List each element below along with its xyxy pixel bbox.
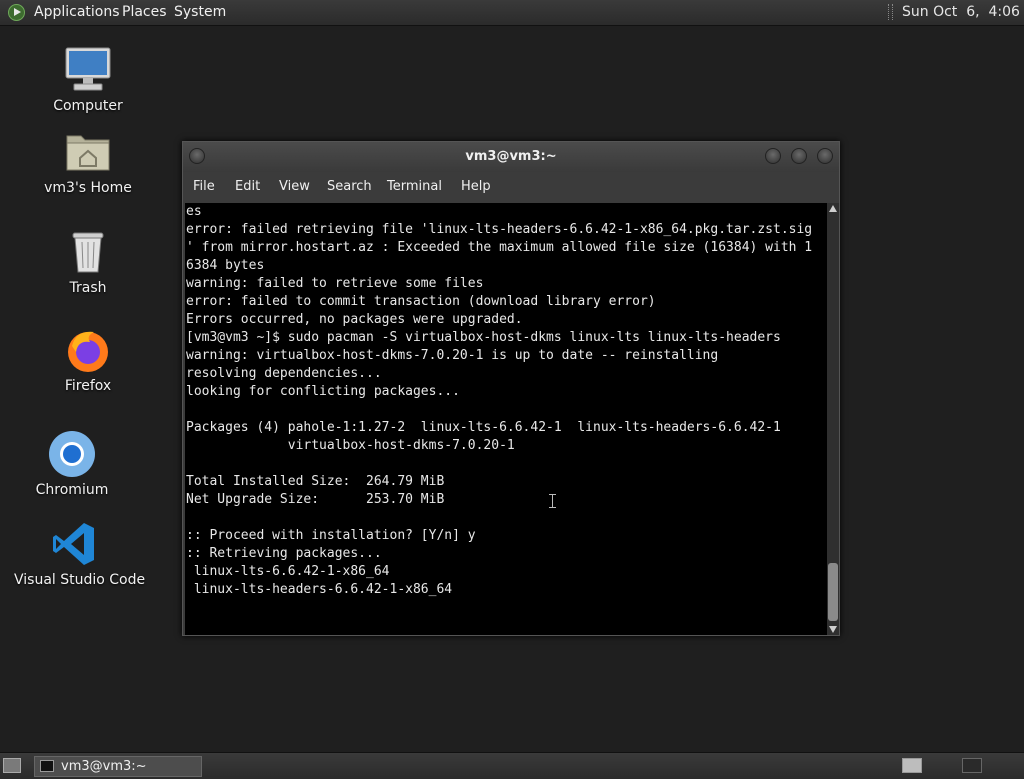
menu-file[interactable]: File bbox=[193, 179, 215, 194]
workspace-1[interactable] bbox=[902, 758, 922, 773]
bottom-panel: vm3@vm3:~ bbox=[0, 752, 1024, 779]
trash-icon bbox=[64, 228, 112, 276]
terminal-icon bbox=[40, 760, 54, 772]
desktop-icon-home[interactable]: vm3's Home bbox=[28, 128, 148, 196]
menu-search[interactable]: Search bbox=[327, 179, 372, 194]
taskbar-window-label: vm3@vm3:~ bbox=[61, 759, 147, 774]
distro-logo-icon[interactable] bbox=[8, 4, 25, 21]
terminal-scrollbar[interactable] bbox=[827, 203, 839, 635]
menu-edit[interactable]: Edit bbox=[235, 179, 260, 194]
places-menu[interactable]: Places bbox=[122, 4, 167, 20]
top-panel: Applications Places System Sun Oct 6, 4:… bbox=[0, 0, 1024, 26]
clock[interactable]: Sun Oct 6, 4:06 PM bbox=[902, 4, 1024, 20]
terminal-menubar: File Edit View Search Terminal Help bbox=[183, 172, 839, 202]
show-desktop-icon[interactable] bbox=[3, 758, 21, 773]
desktop-icon-label: Trash bbox=[69, 280, 107, 296]
terminal-output[interactable]: es error: failed retrieving file 'linux-… bbox=[185, 203, 827, 635]
desktop-icon-label: Visual Studio Code bbox=[14, 572, 146, 588]
desktop-icon-computer[interactable]: Computer bbox=[28, 46, 148, 114]
applications-menu[interactable]: Applications bbox=[34, 4, 120, 20]
system-menu[interactable]: System bbox=[174, 4, 226, 20]
home-folder-icon bbox=[64, 128, 112, 176]
taskbar-window-button[interactable]: vm3@vm3:~ bbox=[34, 756, 202, 777]
maximize-button[interactable] bbox=[791, 148, 807, 164]
chromium-icon bbox=[48, 430, 96, 478]
desktop-icon-label: Chromium bbox=[35, 482, 109, 498]
menu-view[interactable]: View bbox=[279, 179, 310, 194]
window-title: vm3@vm3:~ bbox=[465, 149, 557, 164]
desktop-icon-label: vm3's Home bbox=[44, 180, 132, 196]
panel-separator bbox=[888, 4, 893, 20]
vscode-icon bbox=[50, 520, 98, 568]
scroll-down-arrow-icon[interactable] bbox=[829, 626, 837, 633]
menu-help[interactable]: Help bbox=[461, 179, 491, 194]
desktop-icon-firefox[interactable]: Firefox bbox=[28, 326, 148, 394]
scroll-up-arrow-icon[interactable] bbox=[829, 205, 837, 212]
scrollbar-thumb[interactable] bbox=[828, 563, 838, 621]
minimize-button[interactable] bbox=[765, 148, 781, 164]
terminal-window[interactable]: vm3@vm3:~ File Edit View Search Terminal… bbox=[182, 141, 840, 636]
close-button[interactable] bbox=[817, 148, 833, 164]
computer-icon bbox=[64, 46, 112, 94]
menu-terminal[interactable]: Terminal bbox=[387, 179, 442, 194]
text-cursor-icon bbox=[549, 494, 556, 508]
desktop-icon-chromium[interactable]: Chromium bbox=[12, 430, 132, 498]
desktop-icon-label: Computer bbox=[53, 98, 123, 114]
desktop-icon-vscode[interactable]: Visual Studio Code bbox=[14, 520, 146, 588]
desktop-icon-trash[interactable]: Trash bbox=[28, 228, 148, 296]
workspace-2[interactable] bbox=[962, 758, 982, 773]
window-titlebar[interactable]: vm3@vm3:~ bbox=[183, 142, 839, 172]
firefox-icon bbox=[64, 326, 112, 374]
desktop-icon-label: Firefox bbox=[64, 378, 112, 394]
terminal-text: es error: failed retrieving file 'linux-… bbox=[186, 204, 813, 597]
